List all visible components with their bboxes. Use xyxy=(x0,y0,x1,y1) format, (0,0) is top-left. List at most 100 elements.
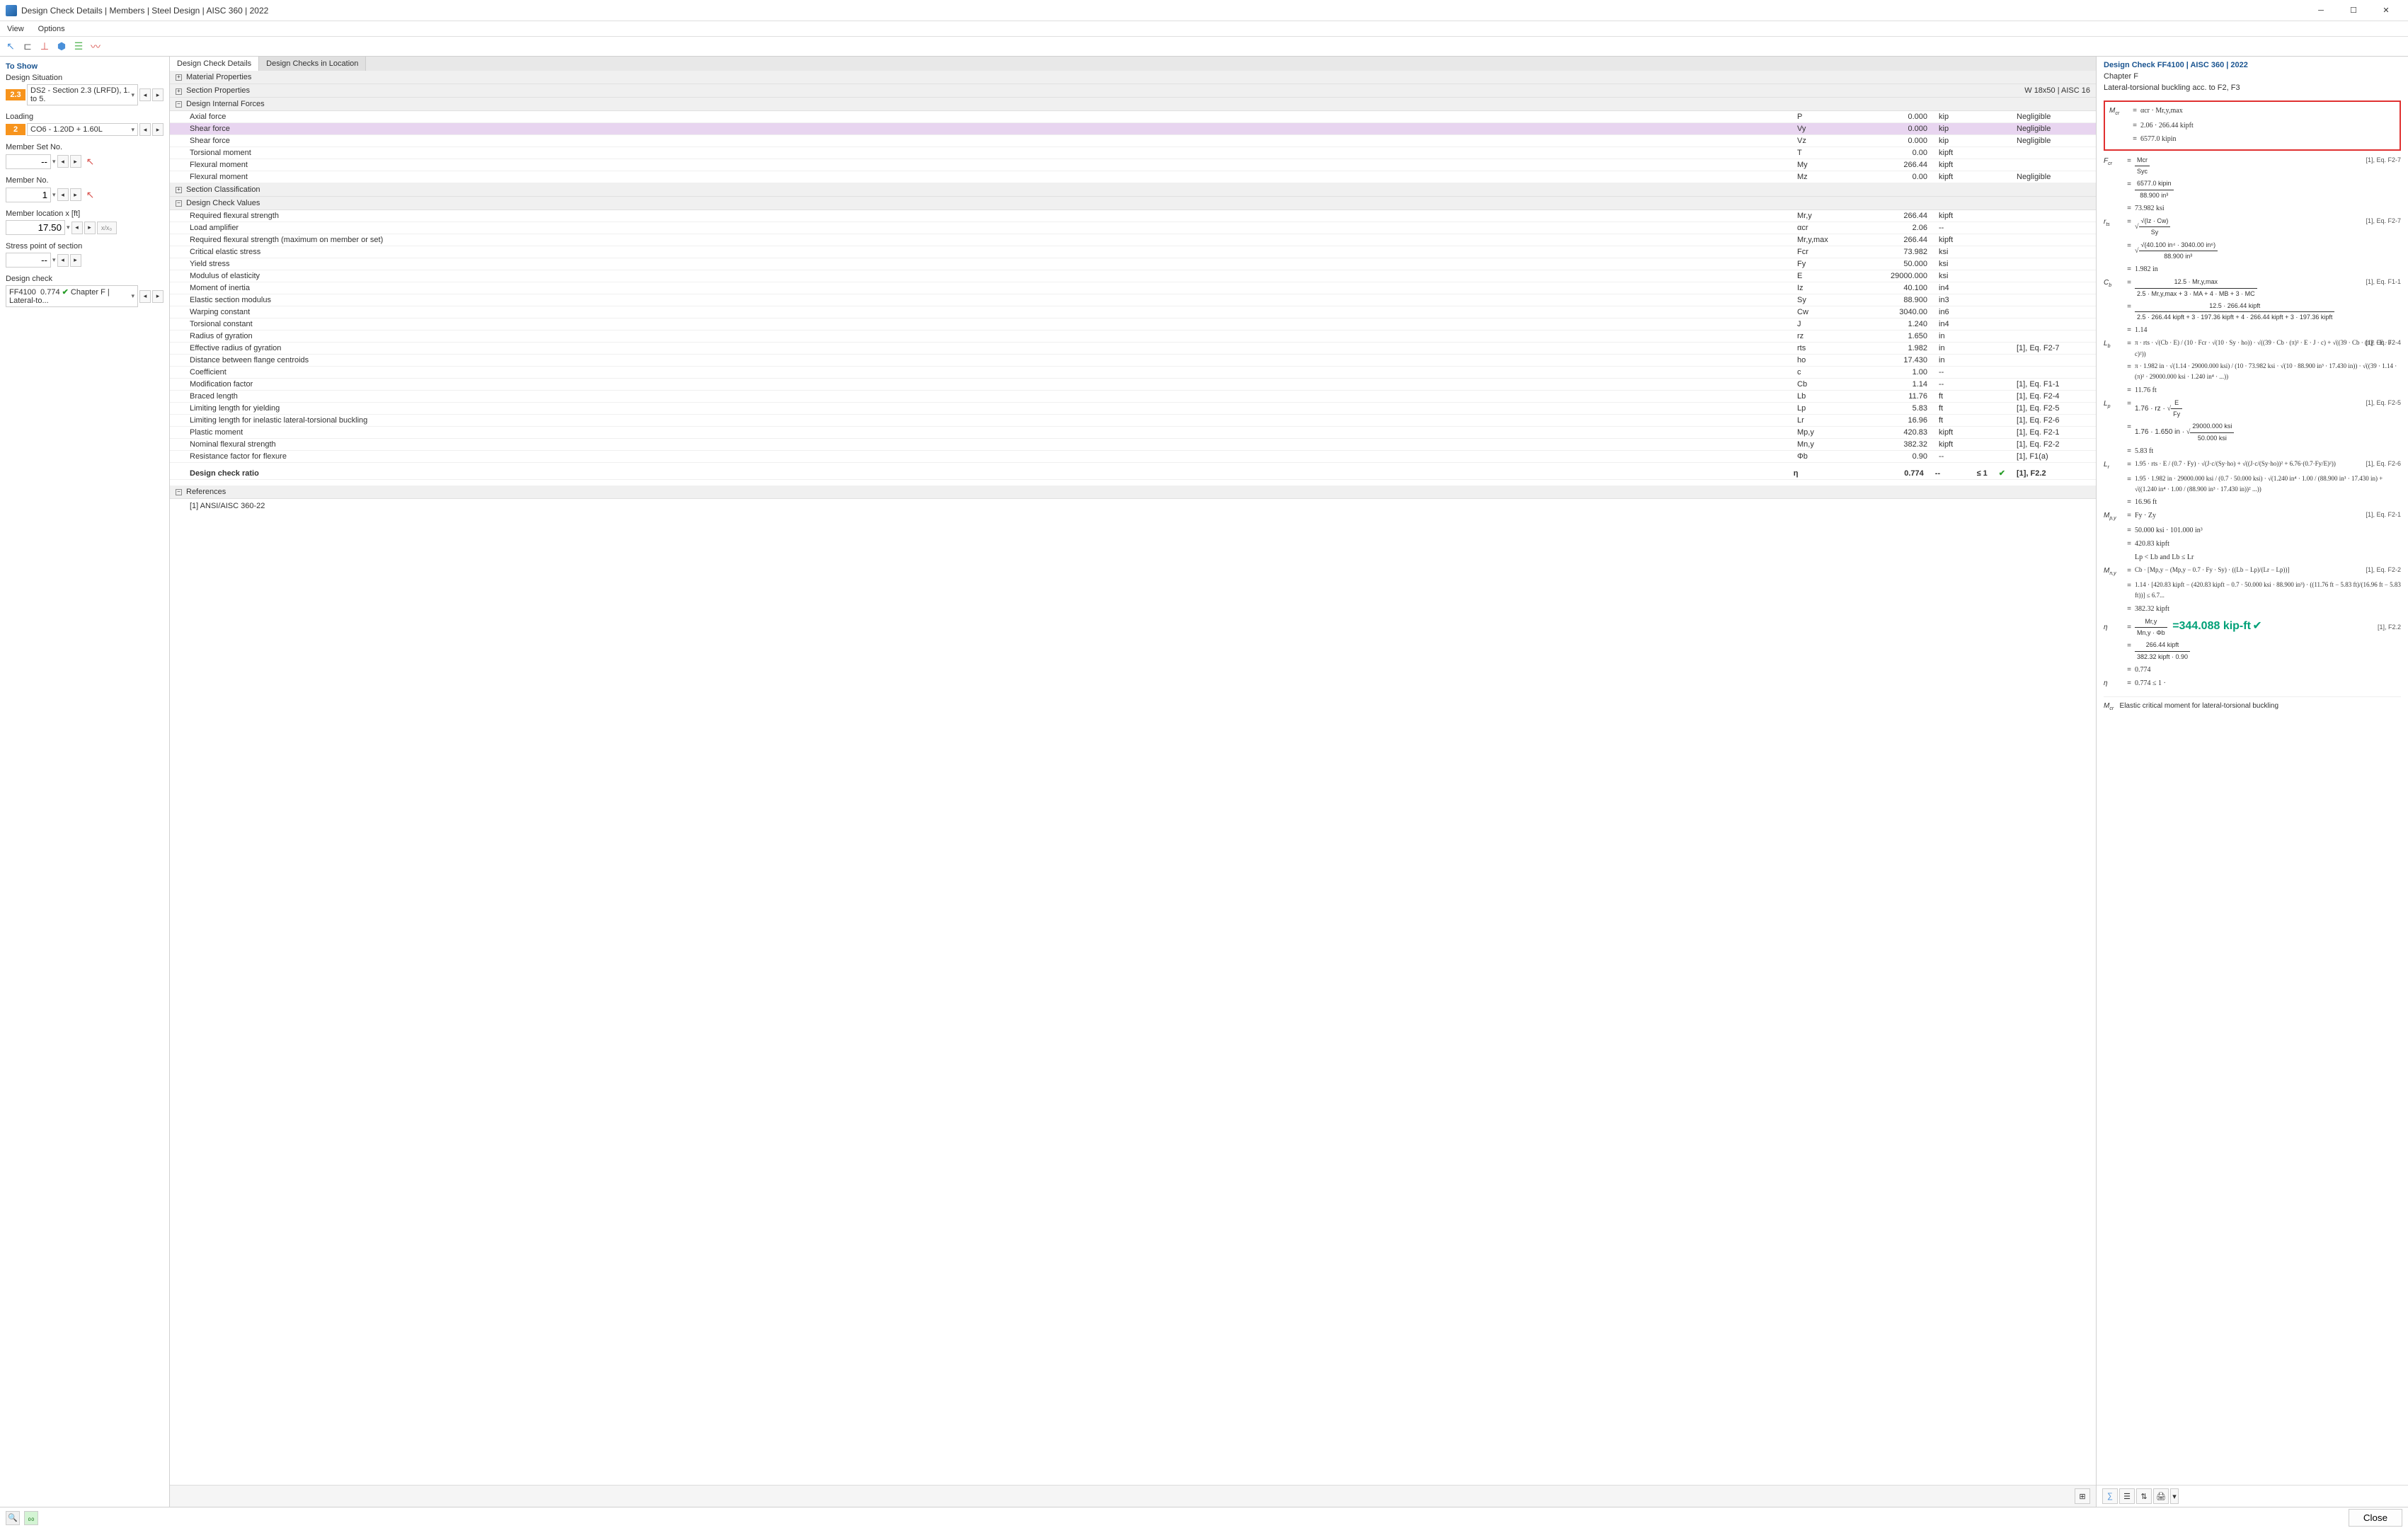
table-row[interactable]: Flexural momentMy266.44kipft xyxy=(170,159,2096,171)
design-check-dropdown[interactable]: FF4100 0.774 ✔ Chapter F | Lateral-to...… xyxy=(6,285,138,307)
section-badge: W 18x50 | AISC 16 xyxy=(2024,86,2090,95)
right-panel: Design Check FF4100 | AISC 360 | 2022 Ch… xyxy=(2097,57,2408,1507)
maximize-button[interactable]: ☐ xyxy=(2337,0,2370,21)
table-row[interactable]: Critical elastic stressFcr73.982ksi xyxy=(170,246,2096,258)
section-references[interactable]: − References xyxy=(170,486,2096,499)
member-no-pick-icon[interactable]: ↖ xyxy=(83,187,98,202)
rt-dropdown-button[interactable]: ▾ xyxy=(2170,1488,2179,1504)
table-row[interactable]: Torsional constantJ1.240in4 xyxy=(170,318,2096,331)
expand-icon: + xyxy=(176,88,182,95)
design-check-next[interactable]: ▸ xyxy=(152,290,164,303)
expand-icon: + xyxy=(176,187,182,193)
toolbar-layer-icon[interactable]: ☰ xyxy=(71,39,86,54)
loading-next[interactable]: ▸ xyxy=(152,123,164,136)
table-row[interactable]: Distance between flange centroidsho17.43… xyxy=(170,355,2096,367)
table-row[interactable]: Axial forceP0.000kipNegligible xyxy=(170,111,2096,123)
member-location-input[interactable] xyxy=(6,220,65,235)
table-row[interactable]: Braced lengthLb11.76ft[1], Eq. F2-4 xyxy=(170,391,2096,403)
rt-formula-button[interactable]: ∑ xyxy=(2102,1488,2118,1504)
rt-list-button[interactable]: ☰ xyxy=(2119,1488,2135,1504)
footer-decimals-button[interactable]: ₀₀ xyxy=(24,1511,38,1525)
loading-badge: 2 xyxy=(6,124,25,135)
section-check-values[interactable]: − Design Check Values xyxy=(170,197,2096,210)
center-export-button[interactable]: ⊞ xyxy=(2075,1488,2090,1504)
table-row[interactable]: Torsional momentT0.00kipft xyxy=(170,147,2096,159)
member-no-input[interactable] xyxy=(6,188,51,202)
member-location-next[interactable]: ▸ xyxy=(84,222,96,234)
table-row[interactable]: Nominal flexural strengthMn,y382.32kipft… xyxy=(170,439,2096,451)
right-panel-subtitle: Lateral-torsional buckling acc. to F2, F… xyxy=(2104,84,2401,92)
table-row[interactable]: Limiting length for yieldingLp5.83ft[1],… xyxy=(170,403,2096,415)
stress-point-input[interactable] xyxy=(6,253,51,268)
table-row[interactable]: Resistance factor for flexureΦb0.90--[1]… xyxy=(170,451,2096,463)
table-row[interactable]: Load amplifierαcr2.06-- xyxy=(170,222,2096,234)
check-icon: ✔ xyxy=(1999,469,2005,478)
rt-print-button[interactable]: 🖨 xyxy=(2153,1488,2169,1504)
app-icon xyxy=(6,5,17,16)
close-button[interactable]: Close xyxy=(2349,1509,2402,1527)
table-row[interactable]: Coefficientc1.00-- xyxy=(170,367,2096,379)
collapse-icon: − xyxy=(176,200,182,207)
table-row[interactable]: Shear forceVz0.000kipNegligible xyxy=(170,135,2096,147)
design-situation-next[interactable]: ▸ xyxy=(152,88,164,101)
loading-prev[interactable]: ◂ xyxy=(139,123,151,136)
member-location-label: Member location x [ft] xyxy=(6,209,164,218)
toolbar-member-icon[interactable]: ⊥ xyxy=(37,39,52,54)
stress-point-prev[interactable]: ◂ xyxy=(57,254,69,267)
member-set-input[interactable] xyxy=(6,154,51,169)
section-classification[interactable]: + Section Classification xyxy=(170,183,2096,197)
table-row[interactable]: Flexural momentMz0.00kipftNegligible xyxy=(170,171,2096,183)
table-row[interactable]: Effective radius of gyrationrts1.982in[1… xyxy=(170,343,2096,355)
menu-view[interactable]: View xyxy=(4,23,27,35)
result-value: =344.088 kip-ft xyxy=(2172,620,2251,632)
tab-design-check-details[interactable]: Design Check Details xyxy=(170,57,259,71)
design-check-prev[interactable]: ◂ xyxy=(139,290,151,303)
member-location-prev[interactable]: ◂ xyxy=(71,222,83,234)
table-row[interactable]: Moment of inertiaIz40.100in4 xyxy=(170,282,2096,294)
table-row[interactable]: Elastic section modulusSy88.900in3 xyxy=(170,294,2096,306)
design-situation-dropdown[interactable]: DS2 - Section 2.3 (LRFD), 1. to 5. ▾ xyxy=(27,84,138,105)
chevron-down-icon[interactable]: ▾ xyxy=(67,224,70,231)
member-no-next[interactable]: ▸ xyxy=(70,188,81,201)
right-panel-title: Design Check FF4100 | AISC 360 | 2022 xyxy=(2104,61,2401,69)
table-row[interactable]: Yield stressFy50.000ksi xyxy=(170,258,2096,270)
section-material-properties[interactable]: + Material Properties xyxy=(170,71,2096,84)
chevron-down-icon[interactable]: ▾ xyxy=(52,191,56,199)
table-row[interactable]: Shear forceVy0.000kipNegligible xyxy=(170,123,2096,135)
tab-design-checks-in-location[interactable]: Design Checks in Location xyxy=(259,57,366,71)
toolbar-cursor-icon[interactable]: ↖ xyxy=(3,39,18,54)
chevron-down-icon[interactable]: ▾ xyxy=(52,256,56,264)
member-set-prev[interactable]: ◂ xyxy=(57,155,69,168)
minimize-button[interactable]: ─ xyxy=(2305,0,2337,21)
close-window-button[interactable]: ✕ xyxy=(2370,0,2402,21)
chevron-down-icon: ▾ xyxy=(131,91,134,99)
rt-expand-button[interactable]: ⇅ xyxy=(2136,1488,2152,1504)
menu-options[interactable]: Options xyxy=(35,23,68,35)
stress-point-next[interactable]: ▸ xyxy=(70,254,81,267)
toolbar-wave-icon[interactable]: 〰 xyxy=(88,39,103,54)
table-row[interactable]: Radius of gyrationrz1.650in xyxy=(170,331,2096,343)
section-section-properties[interactable]: + Section Properties W 18x50 | AISC 16 xyxy=(170,84,2096,98)
design-situation-prev[interactable]: ◂ xyxy=(139,88,151,101)
table-row[interactable]: Plastic momentMp,y420.83kipft[1], Eq. F2… xyxy=(170,427,2096,439)
table-row[interactable]: Modulus of elasticityE29000.000ksi xyxy=(170,270,2096,282)
table-row[interactable]: Warping constantCw3040.00in6 xyxy=(170,306,2096,318)
table-row[interactable]: Required flexural strength (maximum on m… xyxy=(170,234,2096,246)
member-set-next[interactable]: ▸ xyxy=(70,155,81,168)
right-toolbar: ∑ ☰ ⇅ 🖨 ▾ xyxy=(2097,1485,2408,1507)
member-no-prev[interactable]: ◂ xyxy=(57,188,69,201)
toolbar-section-icon[interactable]: ⬢ xyxy=(54,39,69,54)
table-row[interactable]: Required flexural strengthMr,y266.44kipf… xyxy=(170,210,2096,222)
section-internal-forces[interactable]: − Design Internal Forces xyxy=(170,98,2096,111)
chevron-down-icon[interactable]: ▾ xyxy=(52,158,56,166)
collapse-icon: − xyxy=(176,489,182,495)
design-situation-label: Design Situation xyxy=(6,74,164,82)
footer-search-button[interactable]: 🔍 xyxy=(6,1511,20,1525)
loading-dropdown[interactable]: CO6 - 1.20D + 1.60L ▾ xyxy=(27,123,138,136)
member-set-pick-icon[interactable]: ↖ xyxy=(83,154,98,169)
toolbar-bracket-icon[interactable]: ⊏ xyxy=(20,39,35,54)
table-row[interactable]: Modification factorCb1.14--[1], Eq. F1-1 xyxy=(170,379,2096,391)
member-location-ratio-button[interactable]: x/x₀ xyxy=(97,222,117,234)
table-row[interactable]: Limiting length for inelastic lateral-to… xyxy=(170,415,2096,427)
formula-area: Mcr=αcr · Mr,y,max =2.06 · 266.44 kipft … xyxy=(2097,96,2408,1485)
